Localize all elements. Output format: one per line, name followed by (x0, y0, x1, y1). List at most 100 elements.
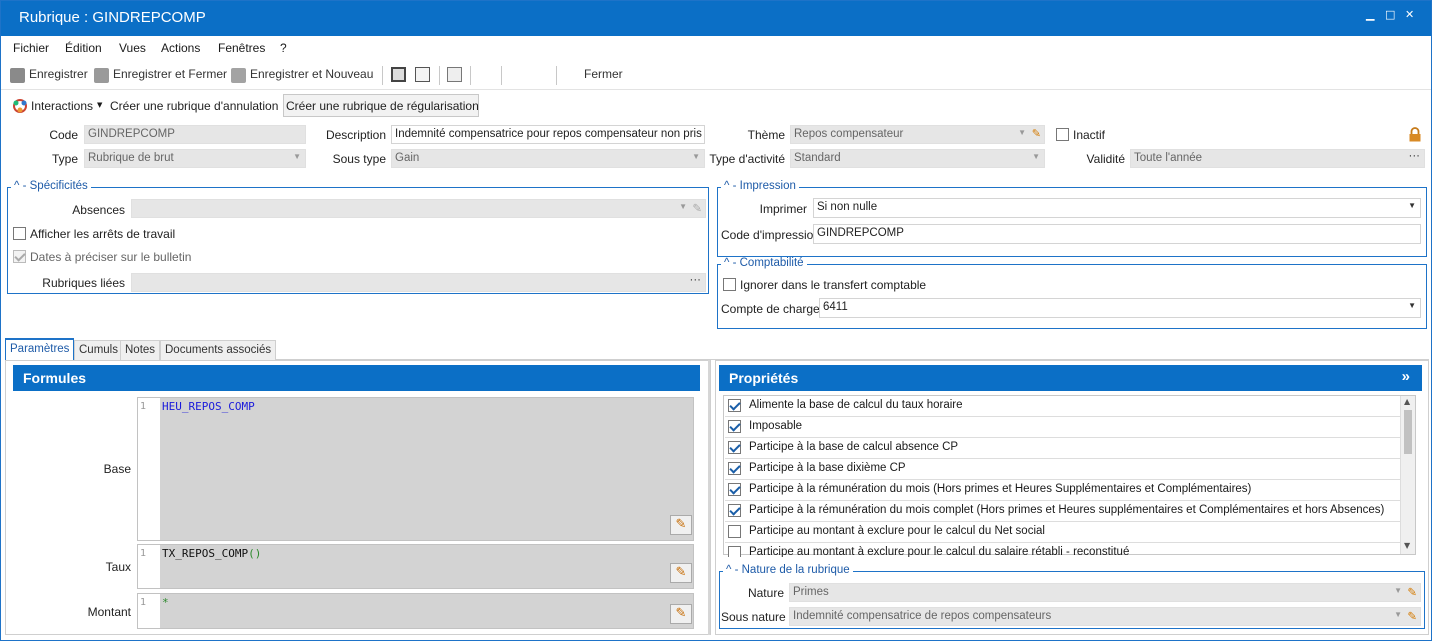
property-row[interactable]: Participe à la base de calcul absence CP (725, 438, 1400, 459)
edit-pencil-icon[interactable]: ✎ (1407, 609, 1417, 623)
montant-formula-editor[interactable]: 1 * (137, 593, 694, 629)
absences-label: Absences (72, 203, 125, 217)
print-select[interactable]: Si non nulle ▼ (813, 198, 1421, 218)
property-checkbox[interactable] (728, 399, 741, 412)
taux-formula-editor[interactable]: 1 TX_REPOS_COMP() (137, 544, 694, 589)
subtype-select[interactable]: Gain ▼ (391, 149, 705, 168)
minimize-icon[interactable]: ▁ (1366, 8, 1374, 21)
property-row[interactable]: Participe à la rémunération du mois (Hor… (725, 480, 1400, 501)
edit-pencil-icon[interactable]: ✎ (1407, 585, 1417, 599)
ellipsis-icon[interactable]: ··· (690, 274, 702, 286)
interactions-button[interactable]: Interactions (31, 99, 93, 113)
activity-select[interactable]: Standard ▼ (790, 149, 1045, 168)
specificites-title: Spécificités (29, 180, 88, 192)
print-code-field[interactable]: GINDREPCOMP (813, 224, 1421, 244)
create-regul-rubric-button[interactable]: Créer une rubrique de régularisation (286, 99, 479, 113)
subnature-value: Indemnité compensatrice de repos compens… (793, 610, 1052, 622)
save-close-button[interactable]: Enregistrer et Fermer (113, 67, 227, 85)
validity-field[interactable]: Toute l'année ··· (1130, 149, 1425, 168)
property-row[interactable]: Participe à la rémunération du mois comp… (725, 501, 1400, 522)
subnature-select[interactable]: Indemnité compensatrice de repos compens… (789, 607, 1421, 626)
chevron-down-icon: ▼ (679, 202, 687, 211)
maximize-icon[interactable]: □ (1385, 8, 1395, 21)
menu-edition[interactable]: Édition (65, 41, 102, 55)
print-code-label: Code d'impression (721, 228, 821, 242)
close-icon[interactable]: ✕ (1405, 8, 1414, 21)
tab-notes[interactable]: Notes (120, 340, 161, 360)
close-form-button[interactable]: Fermer (584, 67, 623, 85)
print-icon[interactable] (391, 67, 406, 82)
menu-fenetres[interactable]: Fenêtres (218, 41, 265, 55)
scroll-up-icon[interactable]: ▲ (1404, 397, 1410, 406)
property-checkbox[interactable] (728, 483, 741, 496)
proprietes-scrollbar[interactable]: ▲ ▼ (1400, 396, 1415, 554)
absences-select[interactable]: ▼ ✎ (131, 199, 706, 218)
base-formula-editor[interactable]: 1 HEU_REPOS_COMP (137, 397, 694, 541)
menu-actions[interactable]: Actions (161, 41, 200, 55)
scroll-thumb[interactable] (1404, 410, 1412, 454)
nature-select[interactable]: Primes ▼ ✎ (789, 583, 1421, 602)
specificites-header[interactable]: ^ - Spécificités (11, 180, 91, 192)
property-label: Alimente la base de calcul du taux horai… (749, 399, 963, 411)
show-stops-checkbox[interactable] (13, 227, 26, 240)
property-row[interactable]: Participe au montant à exclure pour le c… (725, 522, 1400, 543)
comptabilite-header[interactable]: ^ - Comptabilité (721, 257, 807, 269)
save-new-button[interactable]: Enregistrer et Nouveau (250, 67, 373, 85)
taux-function-name: TX_REPOS_COMP (162, 547, 249, 560)
impression-title: Impression (739, 180, 796, 192)
save-close-icon (94, 68, 109, 83)
edit-pencil-icon[interactable]: ✎ (1032, 127, 1041, 140)
copy-icon[interactable] (447, 67, 462, 82)
collapse-icon: ^ - (726, 564, 742, 576)
property-row[interactable]: Participe au montant à exclure pour le c… (725, 543, 1400, 557)
toolbar-separator (439, 66, 440, 85)
linked-rubrics-field[interactable]: ··· (131, 273, 706, 292)
tab-documents-associes[interactable]: Documents associés (160, 340, 277, 360)
inactive-label: Inactif (1073, 128, 1106, 142)
menu-help[interactable]: ? (280, 41, 287, 55)
print-preview-icon[interactable] (415, 67, 430, 82)
property-checkbox[interactable] (728, 504, 741, 517)
tab-cumuls[interactable]: Cumuls (74, 340, 123, 360)
impression-header[interactable]: ^ - Impression (721, 180, 799, 192)
action-bar: Interactions ▼ Créer une rubrique d'annu… (1, 91, 1431, 121)
property-checkbox[interactable] (728, 420, 741, 433)
ignore-transfer-checkbox[interactable] (723, 278, 736, 291)
account-select[interactable]: 6411 ▼ (819, 298, 1421, 318)
edit-montant-pencil-icon[interactable]: ✎ (670, 604, 692, 624)
nature-header[interactable]: ^ - Nature de la rubrique (723, 564, 853, 576)
theme-label: Thème (747, 128, 785, 142)
lock-icon (1409, 127, 1421, 142)
type-select[interactable]: Rubrique de brut ▼ (84, 149, 306, 168)
taux-formula-text: TX_REPOS_COMP() (162, 547, 261, 560)
property-row[interactable]: Participe à la base dixième CP (725, 459, 1400, 480)
edit-taux-pencil-icon[interactable]: ✎ (670, 563, 692, 583)
description-field[interactable]: Indemnité compensatrice pour repos compe… (391, 125, 705, 144)
nature-title: Nature de la rubrique (741, 564, 850, 576)
theme-select[interactable]: Repos compensateur ▼ ✎ (790, 125, 1045, 144)
property-label: Participe à la base dixième CP (749, 462, 906, 474)
menu-fichier[interactable]: Fichier (13, 41, 49, 55)
menu-vues[interactable]: Vues (119, 41, 146, 55)
scroll-down-icon[interactable]: ▼ (1404, 541, 1410, 550)
edit-base-pencil-icon[interactable]: ✎ (670, 515, 692, 535)
formules-header: Formules (13, 365, 700, 391)
tab-parametres[interactable]: Paramètres (5, 338, 75, 360)
create-cancel-rubric-button[interactable]: Créer une rubrique d'annulation (110, 99, 278, 113)
property-checkbox[interactable] (728, 441, 741, 454)
property-row[interactable]: Alimente la base de calcul du taux horai… (725, 396, 1400, 417)
property-checkbox[interactable] (728, 462, 741, 475)
proprietes-title: Propriétés (729, 370, 799, 386)
save-new-icon (231, 68, 246, 83)
code-field[interactable]: GINDREPCOMP (84, 125, 306, 144)
inactive-checkbox[interactable] (1056, 128, 1069, 141)
property-row[interactable]: Imposable (725, 417, 1400, 438)
menu-bar: Fichier Édition Vues Actions Fenêtres ? (1, 37, 1431, 60)
splitter[interactable] (708, 360, 710, 635)
property-checkbox[interactable] (728, 546, 741, 557)
expand-icon[interactable]: » (1402, 368, 1410, 385)
toolbar-separator (470, 66, 471, 85)
property-checkbox[interactable] (728, 525, 741, 538)
ellipsis-icon[interactable]: ··· (1409, 150, 1421, 162)
save-button[interactable]: Enregistrer (29, 67, 88, 85)
